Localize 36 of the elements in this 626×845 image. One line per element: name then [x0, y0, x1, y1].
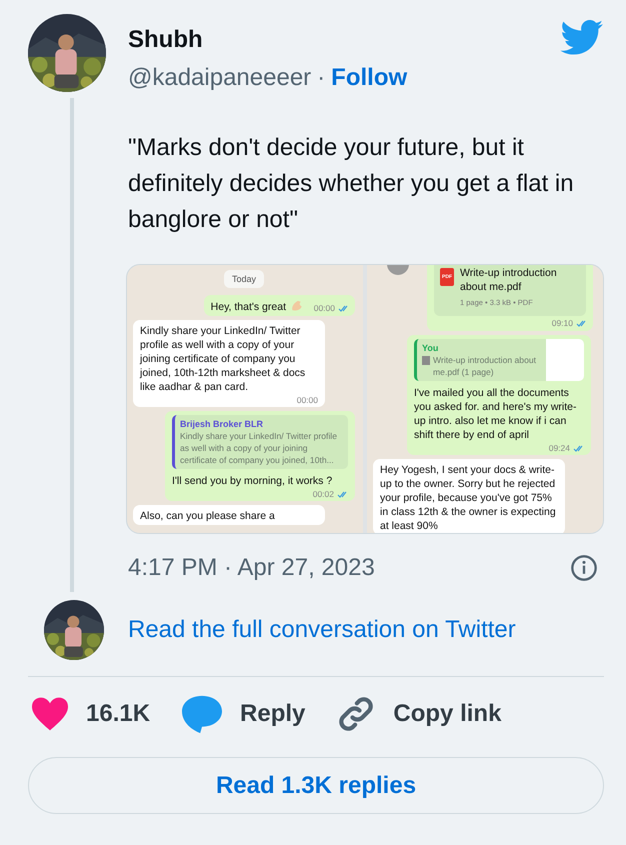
- read-conversation-link[interactable]: Read the full conversation on Twitter: [128, 616, 516, 644]
- author-name: Shubh: [128, 26, 203, 54]
- quoted-message[interactable]: Brijesh Broker BLR Kindly share your LinkedIn/ Twitter profile as well with a copy of your joining certificate of company you joined, 10th...: [172, 415, 348, 469]
- tweet-timestamp[interactable]: 4:17 PM · Apr 27, 2023: [128, 554, 375, 582]
- author-handle: @kadaipaneeeer: [128, 64, 312, 92]
- like-button[interactable]: 16.1K: [30, 696, 150, 732]
- message-time: 00:00: [296, 395, 318, 405]
- message-text: Hey, that's great: [210, 301, 286, 313]
- message-text: Also, can you please share a: [140, 510, 275, 522]
- document-name: Write-up introduction about me.pdf: [460, 266, 558, 294]
- tweet-text: "Marks don't decide your future, but it definitely decides whether you get a flat in banglore or not": [128, 133, 575, 235]
- message-time: 09:10: [552, 318, 573, 328]
- quoted-message[interactable]: You Write-up introduction about me.pdf (1 page): [414, 339, 584, 381]
- quote-text: Write-up introduction about me.pdf (1 page): [433, 354, 538, 378]
- message-text: Hey Yogesh, I sent your docs & write-up to the owner. Sorry but he rejected your profile, because you've got 75% in class 12th & the owner is expecting at least 90%: [380, 464, 556, 532]
- reply-button[interactable]: Reply: [180, 694, 306, 734]
- message-time: 00:02: [312, 489, 334, 499]
- read-replies-button[interactable]: Read 1.3K replies: [28, 757, 604, 814]
- quote-author: Brijesh Broker BLR: [180, 418, 264, 430]
- speech-bubble-icon: [180, 694, 224, 734]
- copy-button[interactable]: Copy link: [335, 693, 502, 735]
- separator: ·: [317, 64, 326, 92]
- heart-icon: [30, 696, 70, 732]
- follow-link[interactable]: Follow: [331, 64, 408, 92]
- message-time: 09:24: [548, 443, 570, 453]
- chat-screenshot[interactable]: [126, 264, 604, 534]
- info-icon[interactable]: [570, 554, 598, 582]
- message-text: Kindly share your LinkedIn/ Twitter profile as well with a copy of your joining certificate of company you joined, 10th-12th marksheet & docs like aadhar & pan card.: [140, 325, 306, 393]
- thumbnail: [546, 339, 584, 381]
- message-text: I'll send you by morning, it works ?: [172, 474, 334, 488]
- quote-text: Kindly share your LinkedIn/ Twitter profile as well with a copy of your joining certificate of company you joined, 10th...: [180, 430, 338, 466]
- message-time: 00:00: [314, 303, 335, 313]
- date-chip: Today: [224, 270, 264, 288]
- quote-author: You: [422, 342, 440, 354]
- message-text: I've mailed you all the documents you asked for. and here's my write-up intro. also let me know if i can shift there by end of april: [414, 386, 578, 442]
- bird-icon[interactable]: [560, 20, 604, 56]
